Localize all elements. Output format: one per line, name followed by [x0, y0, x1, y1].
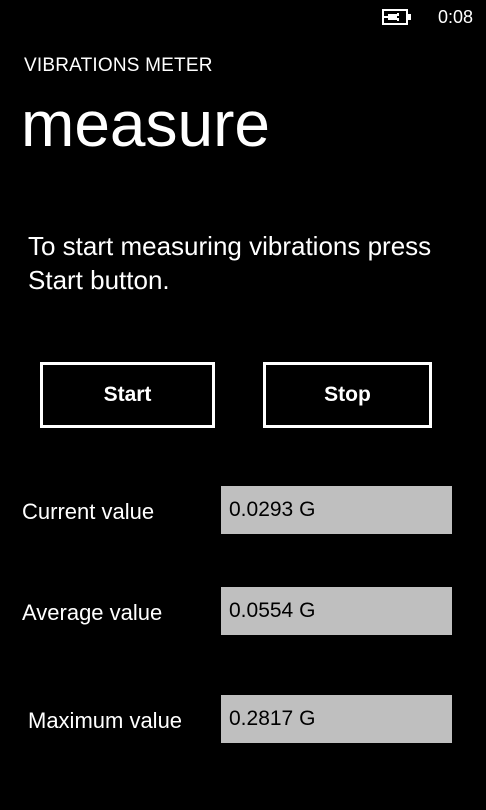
status-bar: 0:08 [0, 0, 486, 34]
instructions-text: To start measuring vibrations press Star… [28, 231, 432, 295]
page-title: measure [21, 88, 270, 160]
current-value-field: 0.0293 G [221, 486, 452, 534]
battery-charging-icon [382, 9, 411, 25]
maximum-value-field: 0.2817 G [221, 695, 452, 743]
maximum-value-label: Maximum value [28, 708, 183, 733]
status-time: 0:08 [438, 7, 474, 27]
stop-button[interactable]: Stop [263, 362, 432, 428]
current-value-label: Current value [22, 499, 155, 524]
average-value-label: Average value [22, 600, 163, 625]
average-value-field: 0.0554 G [221, 587, 452, 635]
start-button[interactable]: Start [40, 362, 215, 428]
app-title: VIBRATIONS METER [24, 55, 213, 76]
